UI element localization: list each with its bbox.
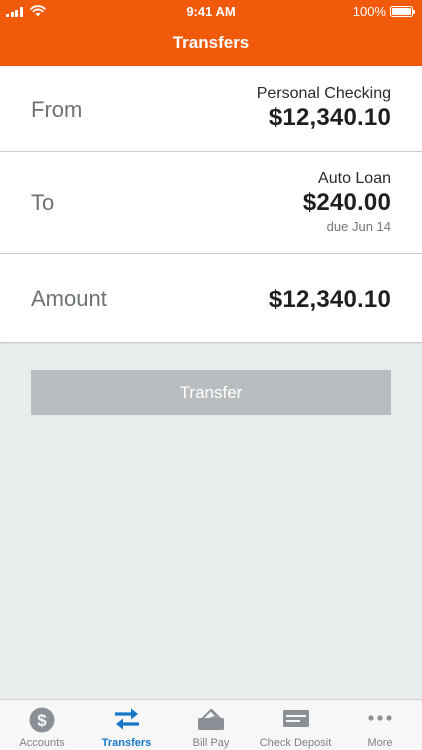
header-bar: 9:41 AM 100% Transfers xyxy=(0,0,422,66)
to-account-summary: Auto Loan $240.00 due Jun 14 xyxy=(303,170,391,234)
to-label: To xyxy=(31,190,55,215)
tab-accounts-label: Accounts xyxy=(19,737,65,749)
amount-value: $12,340.10 xyxy=(268,286,391,313)
transfer-form: From Personal Checking $12,340.10 To Aut… xyxy=(0,66,422,342)
amount-row[interactable]: Amount $12,340.10 xyxy=(0,254,422,342)
amount-value-wrap: $12,340.10 xyxy=(269,285,391,314)
tab-transfers[interactable]: Transfers xyxy=(84,700,169,750)
bill-pay-icon xyxy=(198,708,224,730)
to-account-name: Auto Loan xyxy=(318,170,391,187)
page-title: Transfers xyxy=(172,33,250,52)
tab-bar: $ Accounts Transfers Bill Pay Check Depo… xyxy=(0,699,422,750)
battery-percentage: 100% xyxy=(352,4,386,19)
tab-check-deposit[interactable]: Check Deposit xyxy=(253,700,338,750)
to-account-row[interactable]: To Auto Loan $240.00 due Jun 14 xyxy=(0,152,422,254)
swap-arrows-icon xyxy=(114,708,139,730)
from-label: From xyxy=(31,97,83,122)
from-account-row[interactable]: From Personal Checking $12,340.10 xyxy=(0,66,422,152)
to-account-due-date: due Jun 14 xyxy=(326,219,391,234)
dollar-circle-icon: $ xyxy=(29,707,55,733)
status-bar: 9:41 AM 100% xyxy=(0,0,422,24)
transfer-button[interactable]: Transfer xyxy=(31,370,391,415)
amount-label: Amount xyxy=(31,286,107,311)
svg-text:$: $ xyxy=(37,711,47,730)
tab-bill-pay-label: Bill Pay xyxy=(192,737,230,749)
tab-more-label: More xyxy=(367,737,393,749)
from-account-summary: Personal Checking $12,340.10 xyxy=(257,85,391,132)
battery-icon xyxy=(390,6,415,17)
check-icon xyxy=(282,710,309,727)
tab-check-deposit-label: Check Deposit xyxy=(259,737,332,749)
tab-more[interactable]: More xyxy=(338,700,422,750)
from-account-balance: $12,340.10 xyxy=(268,104,391,131)
more-dots-icon xyxy=(368,715,392,721)
tab-transfers-label: Transfers xyxy=(101,737,152,749)
tab-accounts[interactable]: $ Accounts xyxy=(0,700,84,750)
tab-bill-pay[interactable]: Bill Pay xyxy=(169,700,253,750)
from-account-name: Personal Checking xyxy=(256,85,391,102)
to-account-amount: $240.00 xyxy=(302,189,391,216)
